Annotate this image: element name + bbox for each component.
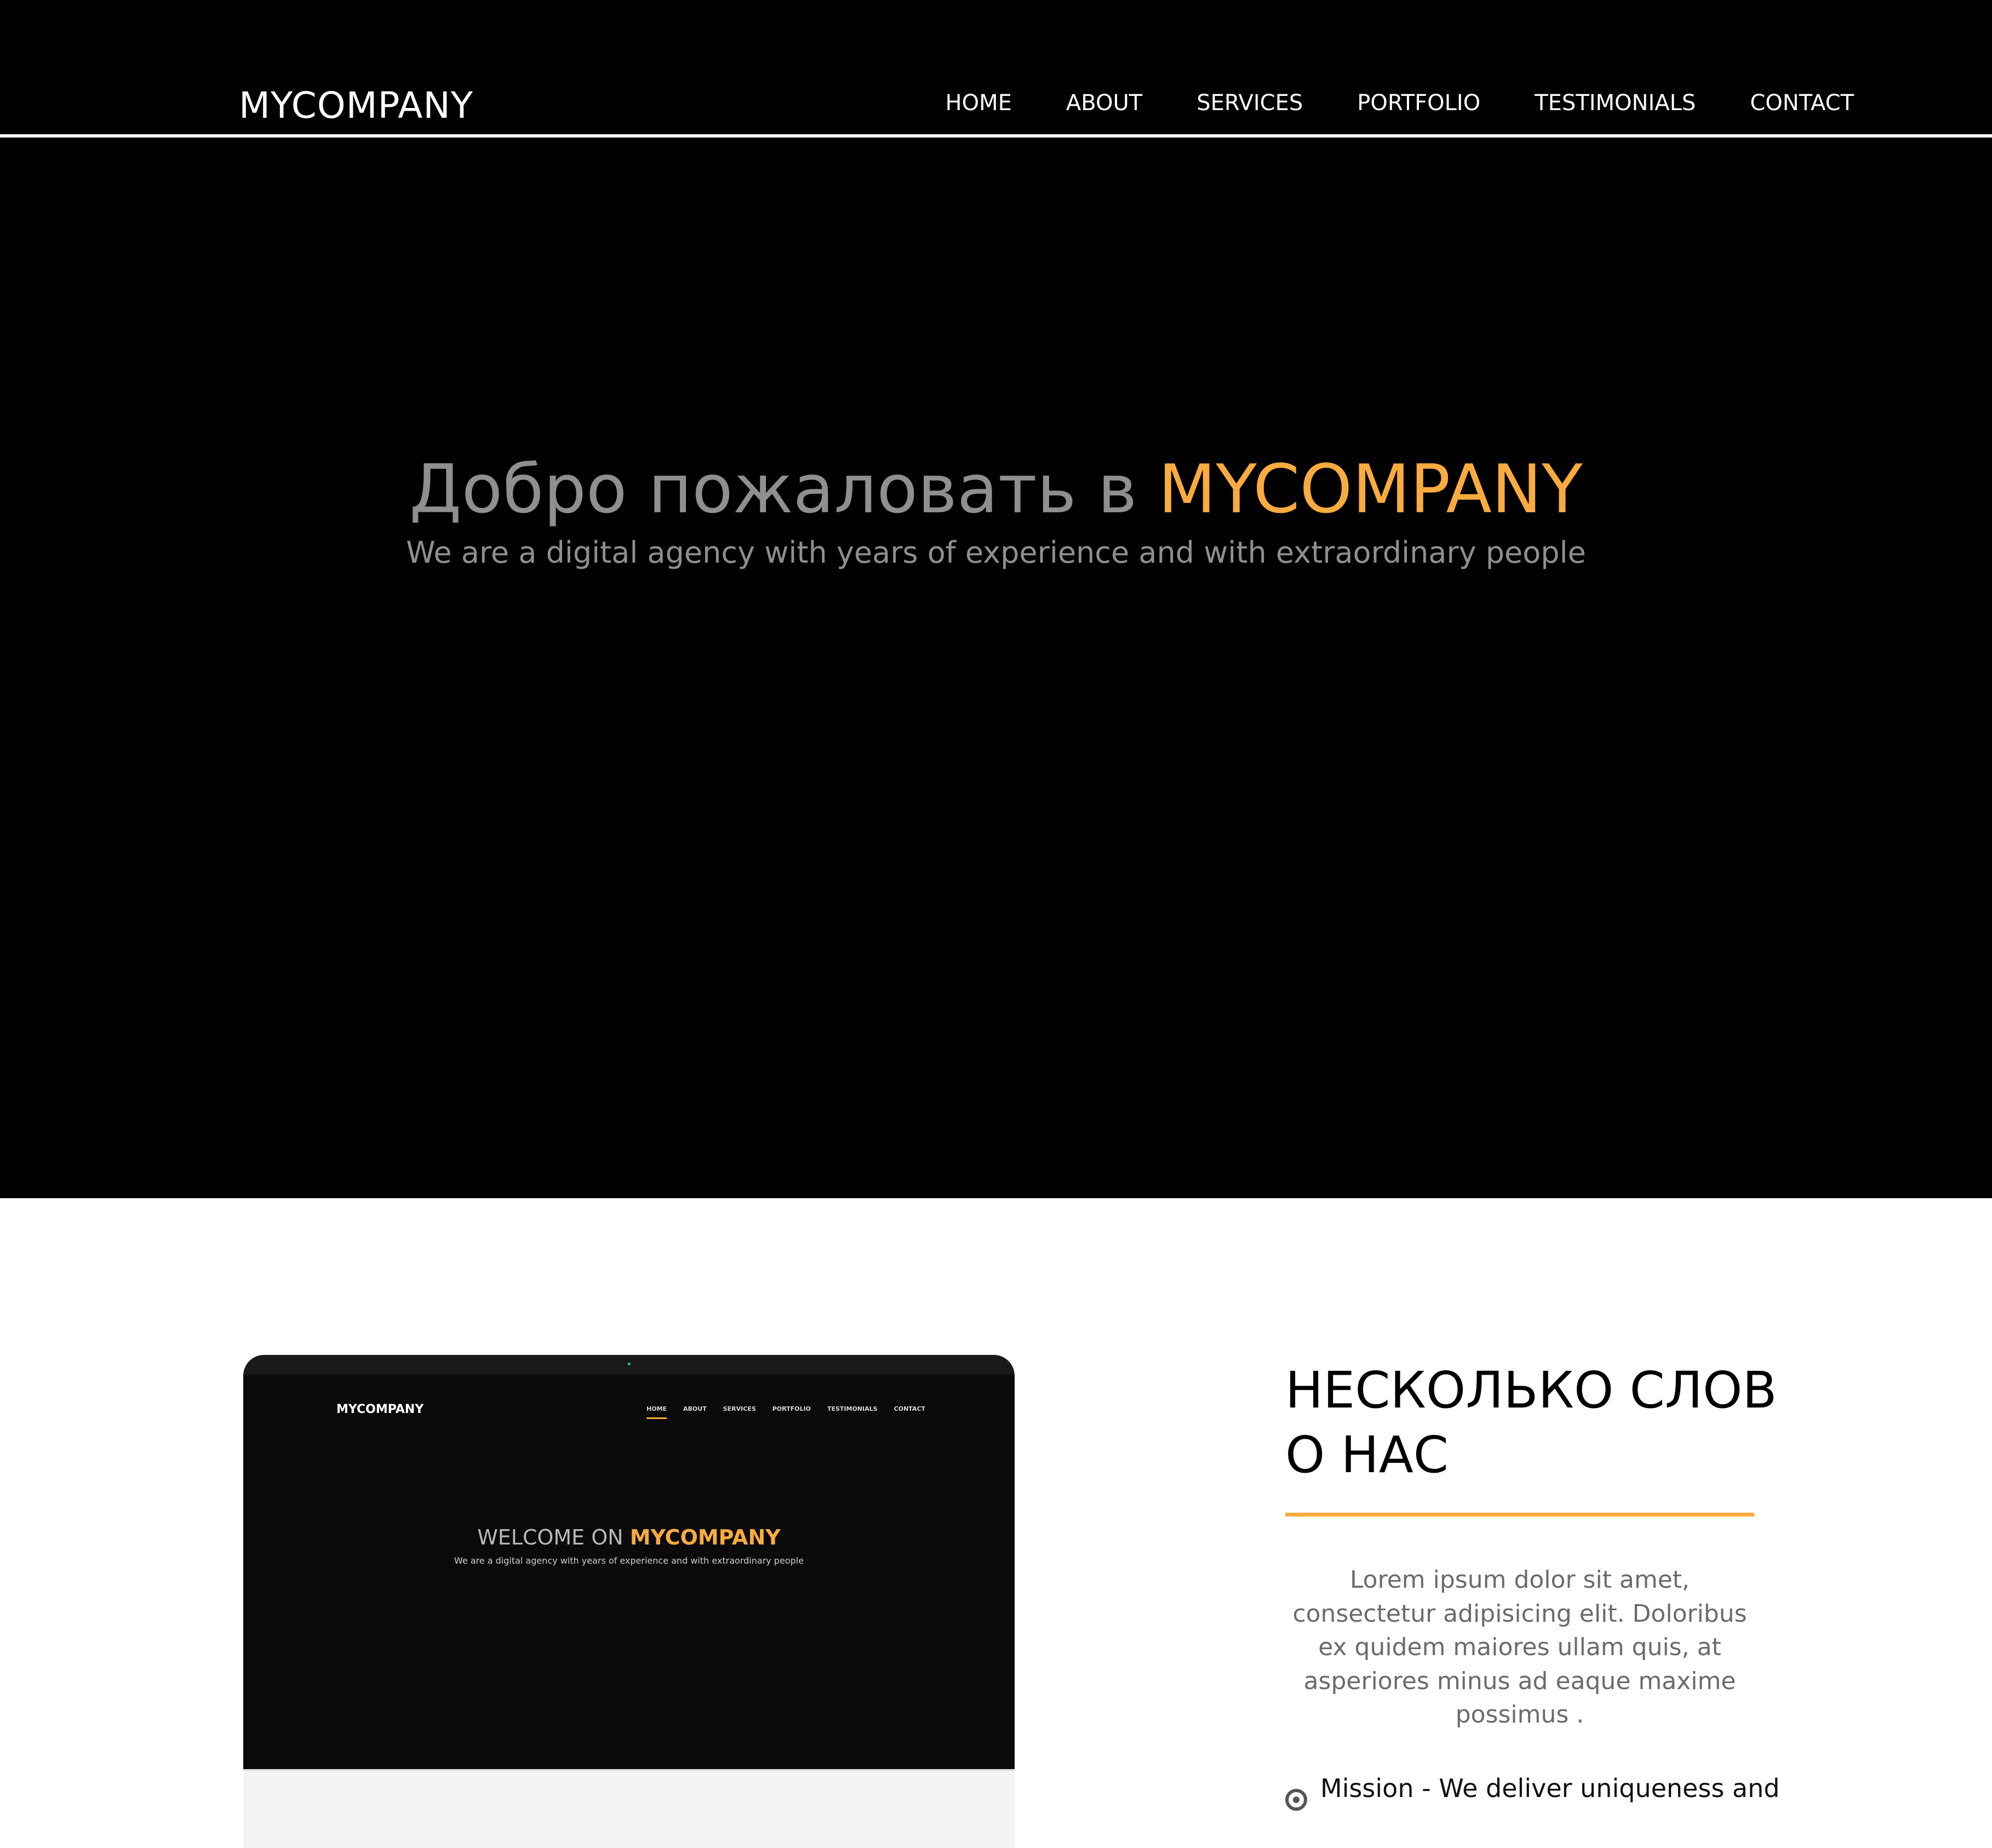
- mockup-title: WELCOME ON MYCOMPANY: [243, 1525, 1015, 1549]
- mockup-nav-contact: CONTACT: [894, 1405, 925, 1412]
- hero-title-prefix: Добро пожаловать в: [409, 450, 1159, 528]
- hero-section: Добро пожаловать в MYCOMPANY We are a di…: [0, 138, 1992, 1198]
- mockup-nav-services: SERVICES: [723, 1405, 756, 1412]
- about-title-line1: НЕСКОЛЬКО СЛОВ: [1285, 1361, 1777, 1420]
- nav-home[interactable]: HOME: [946, 92, 1012, 114]
- mockup-logo: MYCOMPANY: [336, 1403, 424, 1416]
- mission-item: Mission - We deliver uniqueness and: [1285, 1772, 1780, 1811]
- nav-testimonials[interactable]: TESTIMONIALS: [1535, 92, 1696, 114]
- mockup-title-accent: MYCOMPANY: [629, 1525, 781, 1549]
- laptop-mockup: MYCOMPANY HOME ABOUT SERVICES PORTFOLIO …: [243, 1355, 1015, 1848]
- nav-services[interactable]: SERVICES: [1197, 92, 1303, 114]
- about-section: MYCOMPANY HOME ABOUT SERVICES PORTFOLIO …: [0, 1198, 1992, 1848]
- laptop-screen: MYCOMPANY HOME ABOUT SERVICES PORTFOLIO …: [243, 1375, 1015, 1769]
- hero-title-accent: MYCOMPANY: [1158, 450, 1583, 528]
- nav-portfolio[interactable]: PORTFOLIO: [1357, 92, 1480, 114]
- mockup-nav: HOME ABOUT SERVICES PORTFOLIO TESTIMONIA…: [646, 1405, 925, 1419]
- logo[interactable]: MYCOMPANY: [239, 88, 473, 124]
- laptop-camera: [628, 1363, 631, 1365]
- mockup-nav-portfolio: PORTFOLIO: [772, 1405, 811, 1412]
- site-header: MYCOMPANY HOME ABOUT SERVICES PORTFOLIO …: [0, 0, 1992, 136]
- about-title: НЕСКОЛЬКО СЛОВ О НАС: [1285, 1358, 1778, 1487]
- mockup-nav-home: HOME: [646, 1405, 667, 1419]
- about-text: Lorem ipsum dolor sit amet, consectetur …: [1292, 1566, 1747, 1729]
- mockup-subtitle: We are a digital agency with years of ex…: [454, 1555, 804, 1566]
- mockup-nav-testimonials: TESTIMONIALS: [827, 1405, 878, 1412]
- about-title-line2: О НАС: [1285, 1425, 1449, 1484]
- main-nav: HOME ABOUT SERVICES PORTFOLIO TESTIMONIA…: [946, 92, 1854, 114]
- nav-about[interactable]: ABOUT: [1066, 92, 1142, 114]
- nav-contact[interactable]: CONTACT: [1750, 92, 1854, 114]
- mockup-title-prefix: WELCOME ON: [477, 1525, 630, 1549]
- laptop-base: [243, 1769, 1015, 1848]
- hero-subtitle: We are a digital agency with years of ex…: [406, 535, 1586, 570]
- about-divider: [1285, 1513, 1754, 1517]
- target-icon: [1285, 1789, 1307, 1811]
- mission-text: Mission - We deliver uniqueness and: [1320, 1773, 1780, 1803]
- hero-title: Добро пожаловать в MYCOMPANY: [0, 451, 1992, 528]
- mockup-nav-about: ABOUT: [683, 1405, 707, 1412]
